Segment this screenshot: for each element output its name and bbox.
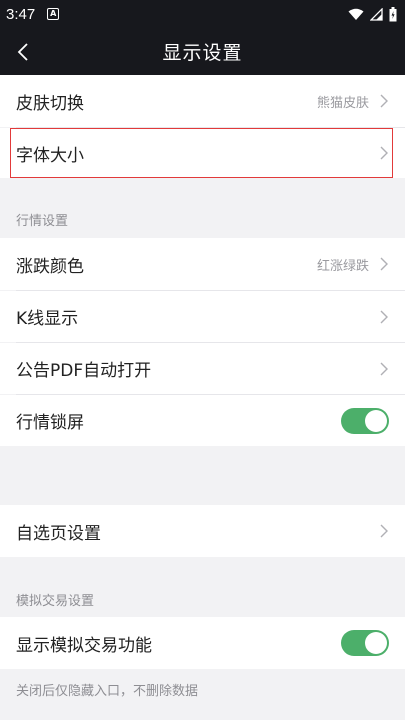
status-icons [348, 6, 397, 22]
market-lock-screen-row: 行情锁屏 [0, 395, 405, 446]
sim-footnote: 关闭后仅隐藏入口，不删除数据 [16, 684, 199, 699]
chevron-right-icon [380, 146, 388, 160]
wifi-icon [348, 8, 364, 20]
chevron-right-icon [380, 310, 388, 323]
skin-switch-row[interactable]: 皮肤切换 熊猫皮肤 [0, 75, 405, 127]
rise-fall-color-row[interactable]: 涨跌颜色 红涨绿跌 [0, 238, 405, 290]
pdf-auto-open-row[interactable]: 公告PDF自动打开 [0, 343, 405, 394]
row-label: 自选页设置 [16, 523, 101, 544]
row-label: 皮肤切换 [16, 93, 84, 114]
notification-icon: A [47, 8, 60, 20]
font-size-row[interactable]: 字体大小 [0, 128, 405, 178]
nav-bar: 显示设置 [0, 28, 405, 75]
kline-display-row[interactable]: K线显示 [0, 291, 405, 342]
row-label: 显示模拟交易功能 [16, 635, 152, 656]
toggle-knob [365, 409, 387, 432]
section-header-market: 行情设置 [16, 214, 69, 229]
row-label: 涨跌颜色 [16, 256, 84, 277]
chevron-right-icon [380, 94, 388, 108]
row-value: 红涨绿跌 [316, 258, 369, 274]
signal-icon [370, 7, 383, 21]
toggle-knob [365, 632, 387, 654]
row-label: 公告PDF自动打开 [16, 361, 152, 381]
status-bar: 3:47 A [0, 0, 405, 28]
row-value: 熊猫皮肤 [316, 95, 369, 111]
sim-trading-toggle[interactable] [341, 630, 389, 656]
chevron-right-icon [380, 524, 388, 538]
back-chevron-icon[interactable] [12, 40, 36, 64]
page-title: 显示设置 [162, 42, 243, 64]
row-label: 字体大小 [16, 145, 84, 166]
chevron-right-icon [380, 362, 388, 375]
row-label: 行情锁屏 [16, 413, 84, 433]
watchlist-settings-row[interactable]: 自选页设置 [0, 505, 405, 557]
sim-trading-row: 显示模拟交易功能 [0, 617, 405, 669]
row-label: K线显示 [16, 309, 79, 329]
status-time: 3:47 [6, 5, 36, 23]
battery-icon [389, 6, 397, 21]
lock-screen-toggle[interactable] [341, 407, 389, 434]
section-header-sim: 模拟交易设置 [16, 594, 95, 609]
chevron-right-icon [380, 257, 388, 271]
